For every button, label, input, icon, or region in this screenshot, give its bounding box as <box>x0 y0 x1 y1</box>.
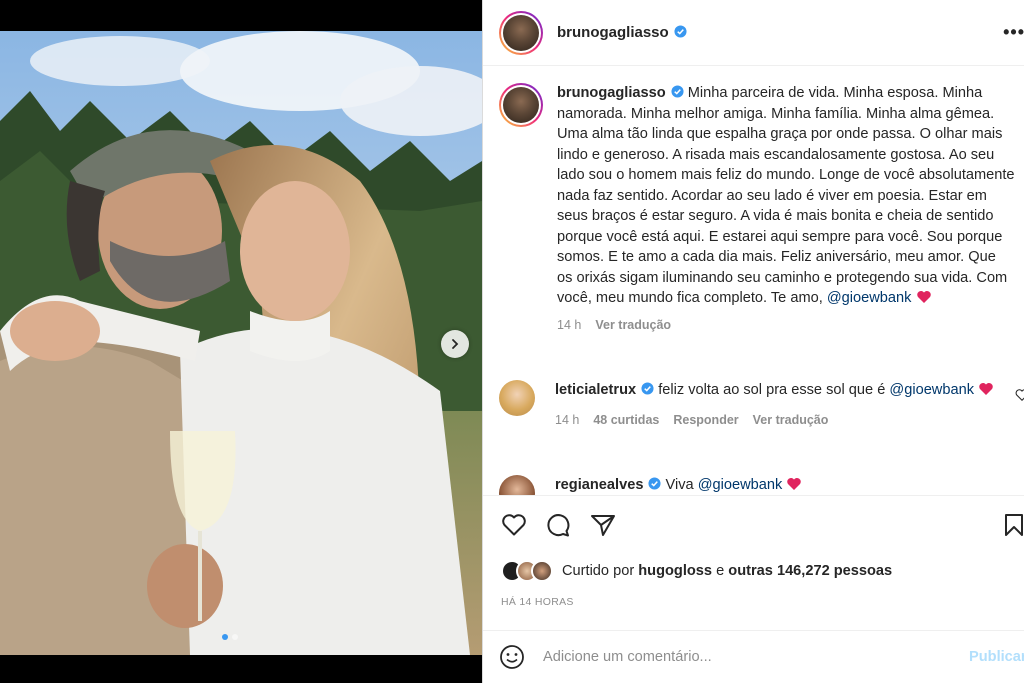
caption-mention[interactable]: @gioewbank <box>827 290 912 306</box>
caption-username[interactable]: brunogagliasso <box>557 85 666 101</box>
bookmark-icon[interactable] <box>1003 513 1024 537</box>
heart-icon[interactable] <box>501 513 527 537</box>
comment-mention[interactable]: @gioewbank <box>698 477 783 493</box>
heart-emoji-icon <box>979 383 993 395</box>
comment-meta: 14 h 48 curtidas Responder Ver tradução <box>555 410 1005 431</box>
post-timestamp: HÁ 14 HORAS <box>501 596 574 608</box>
comment-text: leticialetrux feliz volta ao sol pra ess… <box>555 380 1005 401</box>
caption-avatar[interactable] <box>499 83 543 127</box>
author-avatar[interactable] <box>499 10 543 55</box>
carousel-dots <box>222 634 238 640</box>
caption-body-text: Minha parceira de vida. Minha esposa. Mi… <box>557 85 1015 306</box>
comments-list: brunogagliasso Minha parceira de vida. M… <box>483 67 1024 495</box>
liker-avatar <box>531 560 553 582</box>
liked-by-user[interactable]: hugogloss <box>638 563 712 579</box>
publish-button[interactable]: Publicar <box>969 649 1024 665</box>
comment-body: Viva <box>665 477 694 493</box>
more-icon[interactable]: ••• <box>1003 22 1024 43</box>
post-actions: Curtido por hugogloss e outras 146,272 p… <box>483 495 1024 629</box>
verified-icon <box>671 85 684 98</box>
heart-emoji-icon <box>787 478 802 490</box>
commenter-username[interactable]: regianealves <box>555 477 643 493</box>
comment-mention[interactable]: @gioewbank <box>889 382 974 398</box>
couple-photo <box>0 31 482 655</box>
comment-translate-link[interactable]: Ver tradução <box>753 410 829 431</box>
verified-icon <box>648 477 661 490</box>
liked-by: Curtido por hugogloss e outras 146,272 p… <box>501 560 892 582</box>
caption-text: brunogagliasso Minha parceira de vida. M… <box>557 83 1015 309</box>
comment-icon[interactable] <box>545 513 571 537</box>
commenter-avatar[interactable] <box>499 475 535 495</box>
heart-emoji-icon <box>916 291 931 303</box>
comment-likes[interactable]: 48 curtidas <box>593 410 659 431</box>
comment-reply-link[interactable]: Responder <box>673 410 738 431</box>
verified-icon <box>674 25 687 38</box>
verified-icon <box>641 382 654 395</box>
comment-input[interactable] <box>543 649 943 665</box>
post-header: brunogagliasso ••• <box>483 0 1024 66</box>
comment-time: 14 h <box>555 412 580 427</box>
emoji-icon[interactable] <box>499 644 525 670</box>
author-username[interactable]: brunogagliasso <box>557 24 687 41</box>
post-side-panel: brunogagliasso ••• brunogagliasso Minha … <box>482 0 1024 683</box>
add-comment-bar: Publicar <box>483 630 1024 683</box>
post-media <box>0 0 482 683</box>
commenter-username[interactable]: leticialetrux <box>555 382 636 398</box>
post-caption: brunogagliasso Minha parceira de vida. M… <box>499 83 1024 332</box>
comment-item: leticialetrux feliz volta ao sol pra ess… <box>499 380 1024 430</box>
liked-by-text: Curtido por hugogloss e outras 146,272 p… <box>562 563 893 579</box>
comment-body: feliz volta ao sol pra esse sol que é <box>658 382 886 398</box>
next-photo-button[interactable] <box>441 330 469 358</box>
comment-text: regianealves Viva @gioewbank <box>555 475 1005 495</box>
caption-meta: 14 h Ver tradução <box>557 318 1015 332</box>
chevron-right-icon <box>452 339 459 349</box>
carousel-dot <box>232 634 238 640</box>
heart-icon[interactable] <box>1015 388 1024 402</box>
caption-translate-link[interactable]: Ver tradução <box>595 318 671 332</box>
comment-item: regianealves Viva @gioewbank <box>499 475 1024 495</box>
caption-time: 14 h <box>557 317 582 332</box>
commenter-avatar[interactable] <box>499 380 535 416</box>
carousel-dot-active <box>222 634 228 640</box>
instagram-post-view: brunogagliasso ••• brunogagliasso Minha … <box>0 0 1024 683</box>
share-icon[interactable] <box>590 513 616 537</box>
post-photo <box>0 31 482 655</box>
liked-by-others[interactable]: outras 146,272 pessoas <box>728 563 892 579</box>
